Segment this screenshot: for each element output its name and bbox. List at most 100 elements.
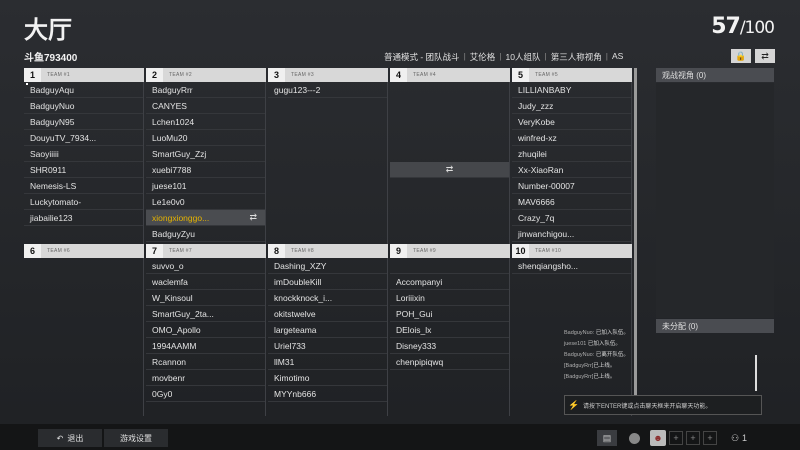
invite-slot-1[interactable]: + [669,431,683,445]
player-slot[interactable]: LuoMu20 [146,130,265,146]
player-slot[interactable]: Accompanyi [390,274,509,290]
team-6: 6 TEAM #6 [24,244,144,416]
player-slot[interactable]: 0Gy0 [146,386,265,402]
player-slot[interactable]: shenqiangsho... [512,258,631,274]
invite-slot-2[interactable]: + [686,431,700,445]
game-mode-bar: 普通模式 - 团队战斗 | 艾伦格 | 10人组队 | 第三人称视角 | AS [384,51,624,62]
player-slot[interactable]: MYYnb666 [268,386,387,402]
player-name: BadguyZyu [152,228,195,239]
player-name: Nemesis-LS [30,180,77,191]
player-slot[interactable]: 1994AAMM [146,338,265,354]
team-header[interactable]: 7 TEAM #7 [146,244,266,258]
team-number: 3 [268,68,285,82]
player-slot[interactable]: Lchen1024 [146,114,265,130]
chat-placeholder: 请按下ENTER键或点击聊天框来开启聊天功能。 [583,403,712,410]
player-slot[interactable]: Crazy_7q [512,210,631,226]
player-slot[interactable]: BadguyNuo [24,98,143,114]
globe-button[interactable] [624,430,644,446]
team-header[interactable]: 10 TEAM #10 [512,244,632,258]
team-header[interactable]: 4 TEAM #4 [390,68,510,82]
player-slot[interactable]: POH_Gui [390,306,509,322]
team-number: 7 [146,244,163,258]
game-settings-button[interactable]: 游戏设置 [104,429,168,447]
player-slot[interactable]: Le1e0v0 [146,194,265,210]
player-slot[interactable]: okitstwelve [268,306,387,322]
player-name: DouyuTV_7934... [30,132,97,143]
lock-button[interactable]: 🔒 [731,49,751,63]
player-slot[interactable]: suvvo_o [146,258,265,274]
team-header[interactable]: 9 TEAM #9 [390,244,510,258]
player-name: Uriel733 [274,340,306,351]
join-team-slot[interactable]: ⇄ [390,162,509,178]
chat-line: BadguyNuo: 已加入队伍。 [564,330,629,336]
player-slot[interactable]: knockknock_i... [268,290,387,306]
invite-slot-3[interactable]: + [703,431,717,445]
player-slot[interactable]: xuebi7788 [146,162,265,178]
chat-toggle-button[interactable]: ▤ [597,430,617,446]
chat-line: [BadguyRrr]已上线。 [564,374,616,380]
player-slot[interactable]: xiongxionggo... ⇄ [146,210,265,226]
player-slot[interactable]: jiabailie123 [24,210,143,226]
player-slot[interactable]: movbenr [146,370,265,386]
player-slot[interactable]: zhuqilei [512,146,631,162]
player-slot[interactable]: VeryKobe [512,114,631,130]
people-icon: ⚇ [730,432,740,443]
player-slot[interactable]: OMO_Apollo [146,322,265,338]
player-slot[interactable]: LILLIANBABY [512,82,631,98]
team-header[interactable]: 8 TEAM #8 [268,244,388,258]
player-slot[interactable]: DouyuTV_7934... [24,130,143,146]
player-slot[interactable]: Kimotimo [268,370,387,386]
team-header[interactable]: 5 TEAM #5 [512,68,632,82]
player-slot[interactable]: Uriel733 [268,338,387,354]
player-slot[interactable]: Nemesis-LS [24,178,143,194]
spectators-header[interactable]: 观战视角 (0) [656,68,774,82]
team-number: 4 [390,68,407,82]
player-slot[interactable]: largeteama [268,322,387,338]
player-slot[interactable]: jinwanchigou... [512,226,631,242]
player-name: VeryKobe [518,116,555,127]
player-slot[interactable]: Rcannon [146,354,265,370]
back-button[interactable]: ↶ 退出 [38,429,102,447]
player-slot[interactable]: llM31 [268,354,387,370]
player-slot[interactable]: BadguyN95 [24,114,143,130]
player-slot[interactable]: juese101 [146,178,265,194]
avatar[interactable]: ☻ [650,430,666,446]
player-slot[interactable]: Number-00007 [512,178,631,194]
player-slot[interactable]: Disney333 [390,338,509,354]
player-slot[interactable]: waclemfa [146,274,265,290]
swap-mode-button[interactable]: ⇄ [755,49,775,63]
player-slot[interactable]: BadguyRrr [146,82,265,98]
player-slot[interactable]: chenpipiqwq [390,354,509,370]
player-slot[interactable]: winfred-xz [512,130,631,146]
player-slot[interactable]: Saoyiiiii [24,146,143,162]
player-slot[interactable]: SmartGuy_Zzj [146,146,265,162]
player-slot[interactable]: CANYES [146,98,265,114]
player-slot[interactable]: BadguyAqu [24,82,143,98]
player-slot[interactable] [390,258,509,274]
team-label: TEAM #7 [169,248,192,254]
chat-scrollbar[interactable] [755,355,757,391]
player-slot[interactable]: MAV6666 [512,194,631,210]
swap-icon: ⇄ [761,50,769,61]
player-slot[interactable]: Xx-XiaoRan [512,162,631,178]
team-header[interactable]: 6 TEAM #6 [24,244,144,258]
team-header[interactable]: 1 TEAM #1 [24,68,144,82]
player-slot[interactable]: gugu123---2 [268,82,387,98]
player-slot[interactable]: Loriiixin [390,290,509,306]
chat-input[interactable]: ⚡ 请按下ENTER键或点击聊天框来开启聊天功能。 [564,395,762,415]
player-slot[interactable]: Dashing_XZY [268,258,387,274]
player-slot[interactable]: W_Kinsoul [146,290,265,306]
player-slot[interactable]: Judy_zzz [512,98,631,114]
team-header[interactable]: 3 TEAM #3 [268,68,388,82]
player-slot[interactable]: SHR0911 [24,162,143,178]
swap-icon[interactable]: ⇄ [249,212,257,223]
player-name: Xx-XiaoRan [518,164,564,175]
player-name: Crazy_7q [518,212,555,223]
team-header[interactable]: 2 TEAM #2 [146,68,266,82]
player-slot[interactable]: DElois_lx [390,322,509,338]
player-slot[interactable]: BadguyZyu [146,226,265,242]
player-slot[interactable]: imDoubleKill [268,274,387,290]
player-slot[interactable]: Luckytomato- [24,194,143,210]
player-slot[interactable]: SmartGuy_2ta... [146,306,265,322]
player-name: okitstwelve [274,308,316,319]
